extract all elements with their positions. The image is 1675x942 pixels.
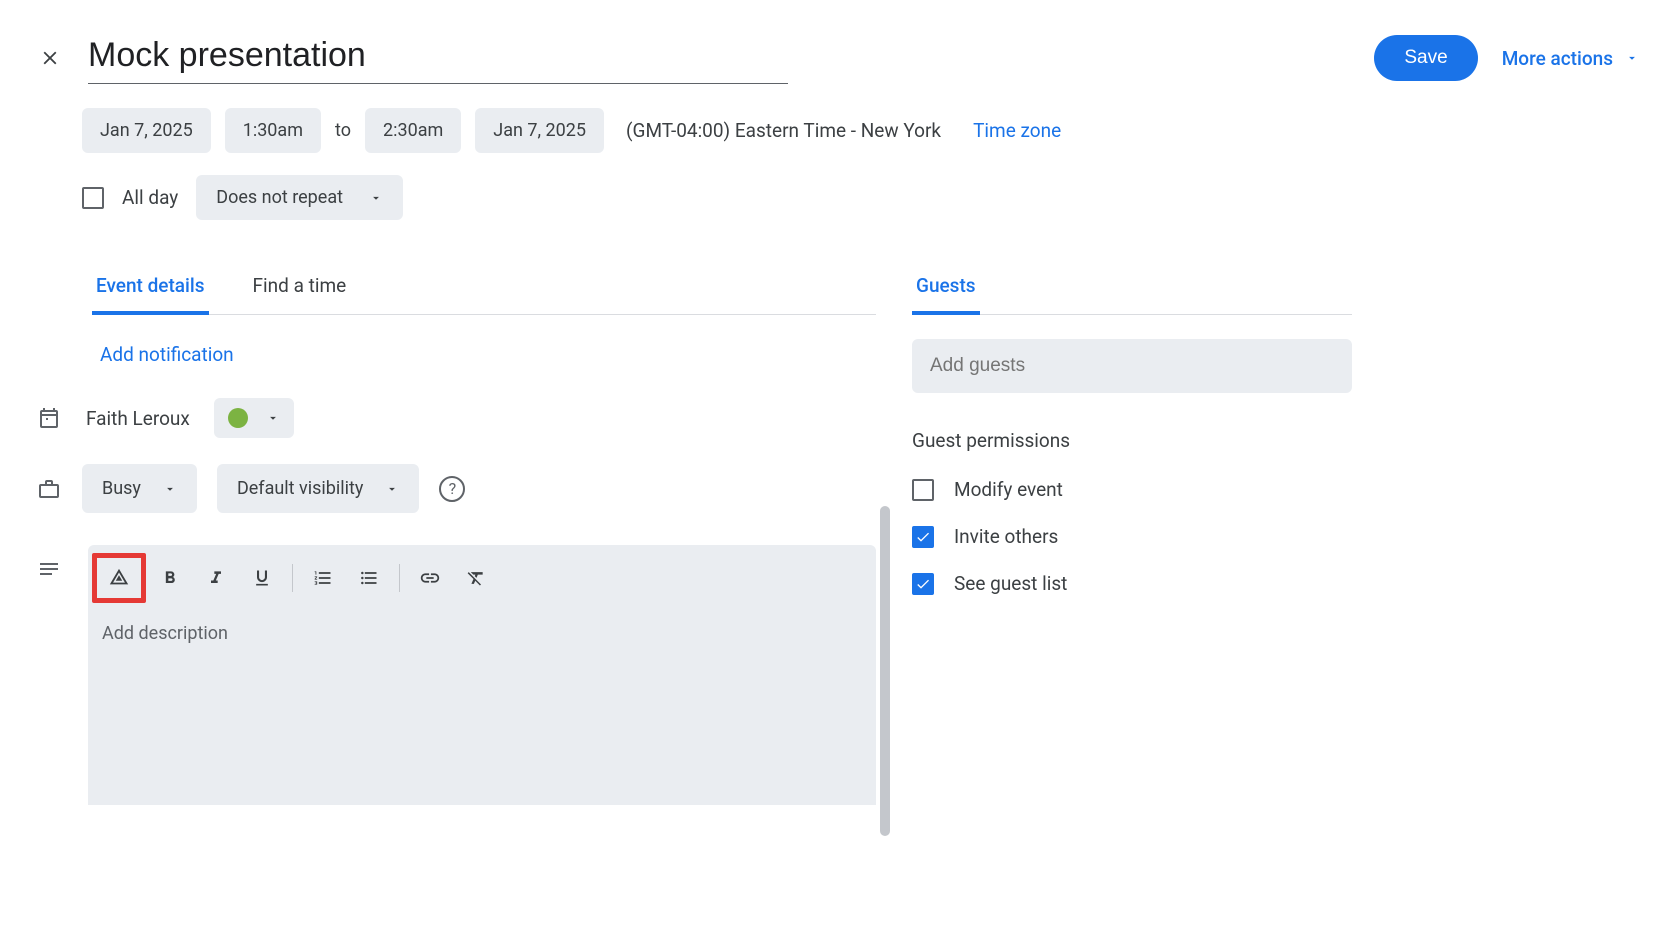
end-time-chip[interactable]: 2:30am [365, 108, 461, 153]
modify-event-label: Modify event [954, 478, 1063, 501]
briefcase-icon [36, 477, 62, 501]
calendar-owner: Faith Leroux [86, 407, 190, 430]
help-icon[interactable]: ? [439, 476, 465, 502]
see-guest-list-checkbox[interactable] [912, 573, 934, 595]
calendar-icon [36, 406, 62, 430]
description-placeholder: Add description [88, 611, 876, 656]
guest-permissions-title: Guest permissions [912, 429, 1352, 452]
see-guest-list-label: See guest list [954, 572, 1067, 595]
invite-others-label: Invite others [954, 525, 1058, 548]
start-date-chip[interactable]: Jan 7, 2025 [82, 108, 211, 153]
numbered-list-icon[interactable] [301, 558, 345, 598]
event-title-input[interactable] [88, 32, 788, 84]
calendar-color-dropdown[interactable] [214, 398, 294, 438]
visibility-dropdown[interactable]: Default visibility [217, 464, 419, 513]
visibility-label: Default visibility [237, 478, 363, 499]
bold-icon[interactable] [148, 558, 192, 598]
caret-down-icon [385, 482, 399, 496]
italic-icon[interactable] [194, 558, 238, 598]
more-actions-label: More actions [1502, 47, 1613, 70]
to-label: to [335, 120, 351, 141]
recurrence-label: Does not repeat [216, 187, 343, 208]
caret-down-icon [1625, 51, 1639, 65]
caret-down-icon [266, 411, 280, 425]
description-editor[interactable]: Add description [88, 545, 876, 805]
caret-down-icon [163, 482, 177, 496]
attach-drive-icon[interactable] [97, 558, 141, 598]
start-time-chip[interactable]: 1:30am [225, 108, 321, 153]
description-toolbar [88, 545, 876, 611]
insert-link-icon[interactable] [408, 558, 452, 598]
tab-event-details[interactable]: Event details [92, 266, 209, 315]
caret-down-icon [369, 191, 383, 205]
timezone-display: (GMT-04:00) Eastern Time - New York [626, 119, 941, 142]
tab-find-a-time[interactable]: Find a time [249, 266, 351, 315]
underline-icon[interactable] [240, 558, 284, 598]
color-swatch [228, 408, 248, 428]
description-icon [36, 545, 62, 805]
scrollbar[interactable] [880, 506, 890, 836]
add-guests-input[interactable] [912, 339, 1352, 393]
availability-label: Busy [102, 478, 141, 499]
availability-dropdown[interactable]: Busy [82, 464, 197, 513]
bulleted-list-icon[interactable] [347, 558, 391, 598]
add-notification-link[interactable]: Add notification [36, 315, 876, 384]
highlight-annotation [92, 553, 146, 603]
more-actions-dropdown[interactable]: More actions [1502, 47, 1639, 70]
timezone-link[interactable]: Time zone [973, 119, 1061, 142]
allday-checkbox[interactable] [82, 187, 104, 209]
allday-label: All day [122, 186, 178, 209]
save-button[interactable]: Save [1374, 35, 1477, 81]
recurrence-dropdown[interactable]: Does not repeat [196, 175, 403, 220]
modify-event-checkbox[interactable] [912, 479, 934, 501]
close-icon[interactable] [36, 44, 64, 72]
end-date-chip[interactable]: Jan 7, 2025 [475, 108, 604, 153]
clear-formatting-icon[interactable] [454, 558, 498, 598]
invite-others-checkbox[interactable] [912, 526, 934, 548]
tab-guests[interactable]: Guests [912, 266, 980, 315]
